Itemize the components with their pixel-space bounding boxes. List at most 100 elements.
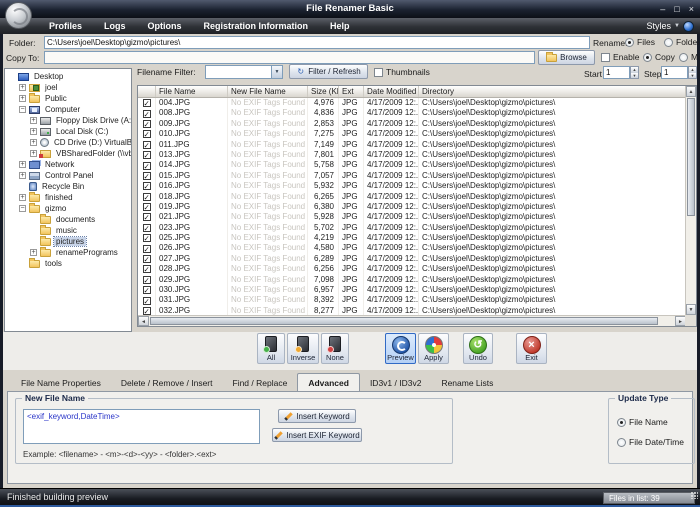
expand-icon[interactable]: + <box>30 249 37 256</box>
scroll-up-icon[interactable]: ▲ <box>686 86 696 97</box>
none-button[interactable]: None <box>321 333 349 364</box>
copy-to-input[interactable] <box>44 51 535 64</box>
menu-item-help[interactable]: Help <box>319 21 361 31</box>
tree-item-control-panel[interactable]: +Control Panel <box>5 170 131 181</box>
expand-icon[interactable]: + <box>19 172 26 179</box>
row-checkbox[interactable]: ✓ <box>138 181 156 191</box>
row-checkbox[interactable]: ✓ <box>138 140 156 150</box>
expand-icon[interactable]: + <box>19 194 26 201</box>
column-header-new-file-name[interactable]: New File Name <box>228 86 308 97</box>
horizontal-scrollbar[interactable]: ◄ ► <box>138 315 686 326</box>
tree-item-recycle-bin[interactable]: Recycle Bin <box>5 181 131 192</box>
table-row[interactable]: ✓019.JPGNo EXIF Tags Found6,380JPG4/17/2… <box>138 202 686 212</box>
scroll-down-icon[interactable]: ▼ <box>686 304 696 315</box>
row-checkbox[interactable]: ✓ <box>138 150 156 160</box>
horizontal-scroll-thumb[interactable] <box>150 317 658 325</box>
row-checkbox[interactable]: ✓ <box>138 202 156 212</box>
menu-item-logs[interactable]: Logs <box>93 21 137 31</box>
apply-button[interactable]: Apply <box>418 333 449 364</box>
checkbox-checked-icon[interactable]: ✓ <box>143 120 151 128</box>
column-header-date-modified[interactable]: Date Modified <box>364 86 419 97</box>
checkbox-checked-icon[interactable]: ✓ <box>143 203 151 211</box>
scroll-left-icon[interactable]: ◄ <box>138 316 149 326</box>
row-checkbox[interactable]: ✓ <box>138 160 156 170</box>
tree-item-joel[interactable]: +joel <box>5 82 131 93</box>
pattern-textarea[interactable]: <exif_keyword,DateTime> <box>23 409 260 444</box>
column-header-ext[interactable]: Ext <box>339 86 364 97</box>
expand-icon[interactable]: + <box>30 139 37 146</box>
row-checkbox[interactable]: ✓ <box>138 129 156 139</box>
collapse-icon[interactable]: − <box>19 106 26 113</box>
update-file-name-radio[interactable]: File Name <box>617 417 668 427</box>
column-header-directory[interactable]: Directory <box>419 86 686 97</box>
radio-icon[interactable] <box>617 438 626 447</box>
table-row[interactable]: ✓027.JPGNo EXIF Tags Found6,289JPG4/17/2… <box>138 254 686 264</box>
tree-item-gizmo[interactable]: −gizmo <box>5 203 131 214</box>
checkbox-checked-icon[interactable]: ✓ <box>143 110 151 118</box>
step-spinner[interactable]: ▲▼ <box>688 66 697 79</box>
table-row[interactable]: ✓026.JPGNo EXIF Tags Found4,580JPG4/17/2… <box>138 243 686 253</box>
menu-item-profiles[interactable]: Profiles <box>38 21 93 31</box>
copy-radio[interactable]: Copy <box>643 52 675 62</box>
row-checkbox[interactable]: ✓ <box>138 223 156 233</box>
row-checkbox[interactable]: ✓ <box>138 119 156 129</box>
tree-item-public[interactable]: +Public <box>5 93 131 104</box>
checkbox-checked-icon[interactable]: ✓ <box>143 213 151 221</box>
table-row[interactable]: ✓013.JPGNo EXIF Tags Found7,801JPG4/17/2… <box>138 150 686 160</box>
row-checkbox[interactable]: ✓ <box>138 285 156 295</box>
table-row[interactable]: ✓028.JPGNo EXIF Tags Found6,256JPG4/17/2… <box>138 264 686 274</box>
table-row[interactable]: ✓009.JPGNo EXIF Tags Found2,853JPG4/17/2… <box>138 119 686 129</box>
minimize-button[interactable]: – <box>660 5 665 14</box>
tree-item-music[interactable]: music <box>5 225 131 236</box>
column-header-size-kb[interactable]: Size (KB) <box>308 86 339 97</box>
close-button[interactable]: × <box>689 5 694 14</box>
checkbox-checked-icon[interactable]: ✓ <box>143 151 151 159</box>
tab-delete-remove-insert[interactable]: Delete / Remove / Insert <box>111 375 223 391</box>
tab-find-replace[interactable]: Find / Replace <box>223 375 298 391</box>
tab-file-name-properties[interactable]: File Name Properties <box>11 375 111 391</box>
rename-files-radio[interactable]: Files <box>625 37 655 47</box>
checkbox-checked-icon[interactable]: ✓ <box>143 255 151 263</box>
row-checkbox[interactable]: ✓ <box>138 306 156 315</box>
folder-input[interactable] <box>44 36 590 49</box>
table-row[interactable]: ✓004.JPGNo EXIF Tags Found4,976JPG4/17/2… <box>138 98 686 108</box>
tree-item-cd-drive-d-virtualbox-guest[interactable]: +CD Drive (D:) VirtualBox Guest <box>5 137 131 148</box>
checkbox-checked-icon[interactable]: ✓ <box>143 141 151 149</box>
filter-refresh-button[interactable]: ↻ Filter / Refresh <box>289 64 368 79</box>
insert-keyword-button[interactable]: Insert Keyword <box>278 409 356 423</box>
tree-item-renameprograms[interactable]: +renamePrograms <box>5 247 131 258</box>
row-checkbox[interactable]: ✓ <box>138 171 156 181</box>
radio-icon[interactable] <box>643 53 652 62</box>
table-row[interactable]: ✓030.JPGNo EXIF Tags Found6,957JPG4/17/2… <box>138 285 686 295</box>
menu-item-options[interactable]: Options <box>137 21 193 31</box>
tree-item-network[interactable]: +Network <box>5 159 131 170</box>
row-checkbox[interactable]: ✓ <box>138 264 156 274</box>
row-checkbox[interactable]: ✓ <box>138 98 156 108</box>
checkbox-checked-icon[interactable]: ✓ <box>143 245 151 253</box>
table-row[interactable]: ✓014.JPGNo EXIF Tags Found5,758JPG4/17/2… <box>138 160 686 170</box>
tab-advanced[interactable]: Advanced <box>297 373 360 391</box>
checkbox-checked-icon[interactable]: ✓ <box>143 172 151 180</box>
checkbox-checked-icon[interactable]: ✓ <box>143 307 151 315</box>
vertical-scrollbar[interactable]: ▲ ▼ <box>685 86 696 315</box>
radio-icon[interactable] <box>625 38 634 47</box>
thumbnails-checkbox[interactable]: Thumbnails <box>374 67 430 77</box>
row-checkbox[interactable]: ✓ <box>138 243 156 253</box>
start-spinner[interactable]: ▲▼ <box>630 66 639 79</box>
expand-icon[interactable]: + <box>19 161 26 168</box>
maximize-button[interactable]: □ <box>674 5 679 14</box>
tree-item-local-disk-c[interactable]: +Local Disk (C:) <box>5 126 131 137</box>
rename-folders-radio[interactable]: Folders <box>664 37 700 47</box>
tree-item-pictures[interactable]: pictures <box>5 236 131 247</box>
table-row[interactable]: ✓029.JPGNo EXIF Tags Found7,098JPG4/17/2… <box>138 275 686 285</box>
row-checkbox[interactable]: ✓ <box>138 108 156 118</box>
tree-item-computer[interactable]: −Computer <box>5 104 131 115</box>
row-checkbox[interactable]: ✓ <box>138 192 156 202</box>
tree-item-desktop[interactable]: Desktop <box>5 71 131 82</box>
checkbox-checked-icon[interactable]: ✓ <box>143 193 151 201</box>
tab-id3v1-id3v2[interactable]: ID3v1 / ID3v2 <box>360 375 432 391</box>
resize-grip[interactable] <box>691 492 698 499</box>
tab-rename-lists[interactable]: Rename Lists <box>431 375 503 391</box>
preview-button[interactable]: Preview <box>385 333 416 364</box>
column-header-file-name[interactable]: File Name <box>156 86 228 97</box>
